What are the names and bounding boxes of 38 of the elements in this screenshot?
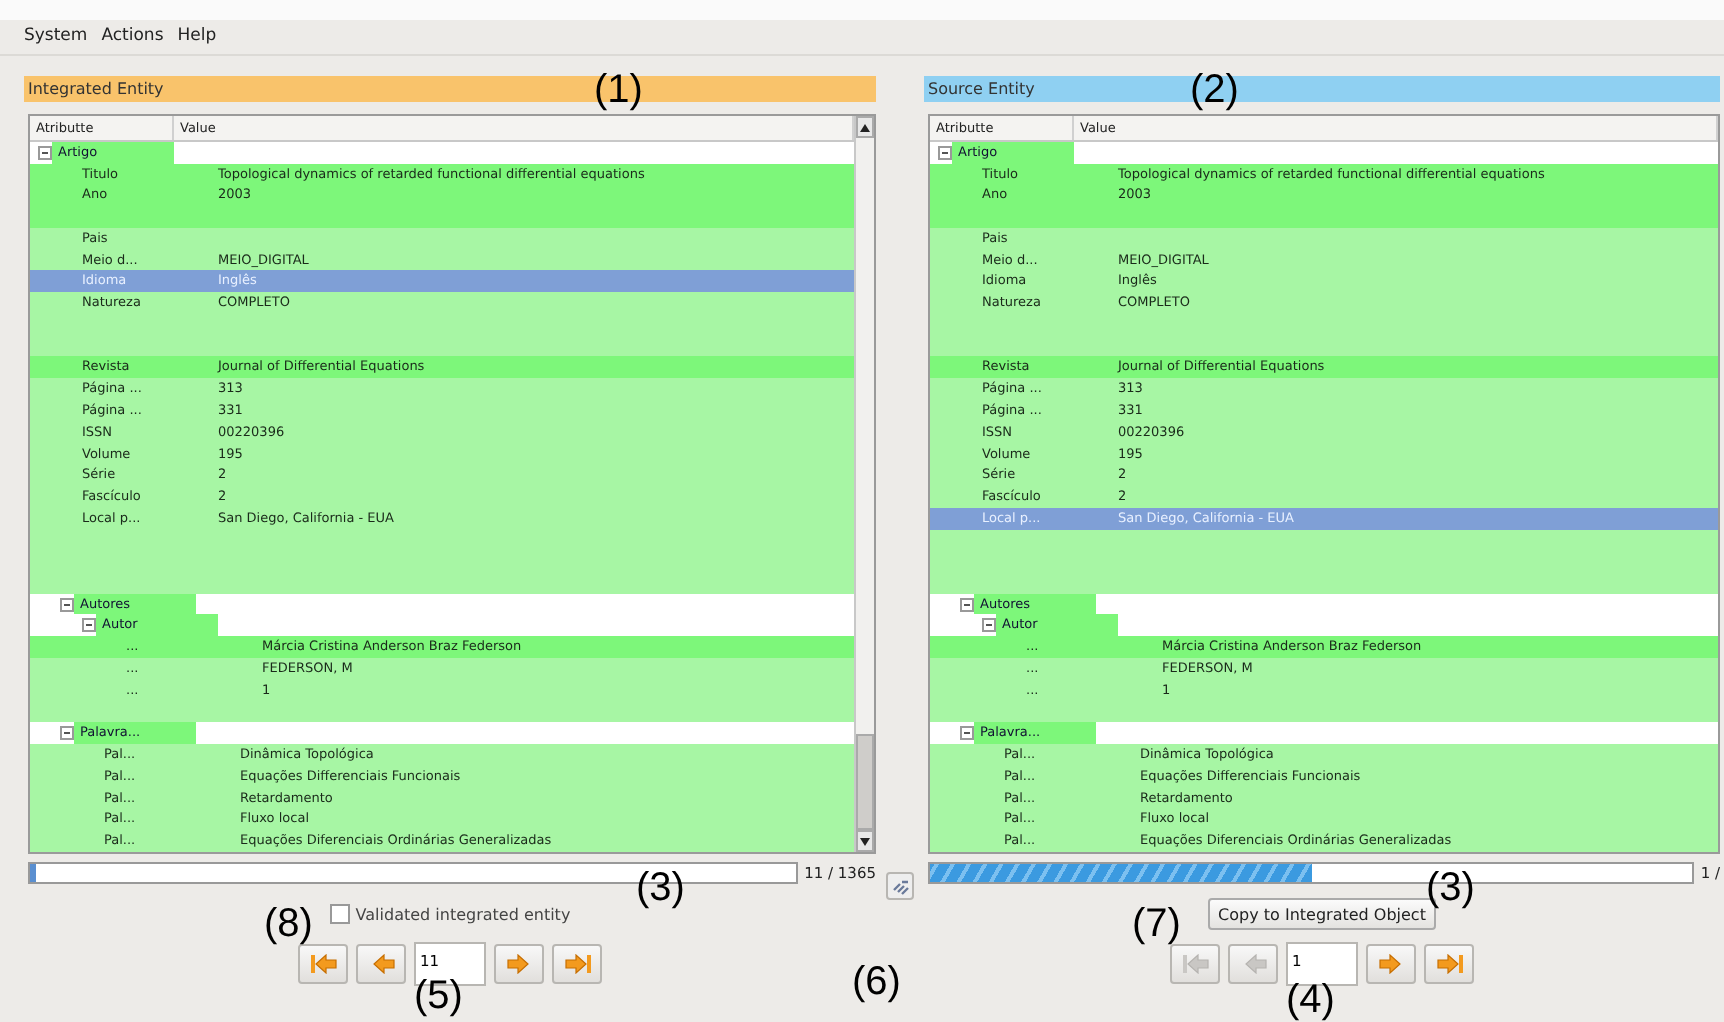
collapse-icon[interactable] bbox=[960, 726, 974, 741]
scrollbar[interactable] bbox=[854, 116, 874, 852]
last-button[interactable] bbox=[552, 944, 602, 984]
callout-number: (7) bbox=[1132, 904, 1181, 944]
last-button[interactable] bbox=[1424, 944, 1474, 984]
callout-number: (2) bbox=[1190, 70, 1239, 110]
callout-number: (3) bbox=[636, 868, 685, 908]
skip-first-icon bbox=[1181, 954, 1209, 974]
scroll-down-icon[interactable] bbox=[860, 837, 870, 845]
checkbox-label: Validated integrated entity bbox=[355, 905, 571, 923]
arrow-right-icon bbox=[505, 954, 533, 974]
callout-number: (6) bbox=[852, 962, 901, 1002]
prev-button[interactable] bbox=[356, 944, 406, 984]
scroll-thumb[interactable] bbox=[856, 734, 874, 830]
collapse-icon[interactable] bbox=[960, 597, 974, 612]
collapse-icon[interactable] bbox=[60, 726, 74, 741]
collapse-icon[interactable] bbox=[38, 145, 52, 160]
checkbox[interactable] bbox=[329, 904, 350, 924]
collapse-icon[interactable] bbox=[82, 618, 96, 633]
menu-item[interactable]: Help bbox=[177, 26, 217, 46]
next-button[interactable] bbox=[494, 944, 544, 984]
first-button[interactable] bbox=[298, 944, 348, 984]
empty-row[interactable] bbox=[930, 529, 1718, 551]
skip-last-icon bbox=[563, 954, 591, 974]
collapse-icon[interactable] bbox=[982, 618, 996, 633]
collapse-icon[interactable] bbox=[60, 597, 74, 612]
menu-item[interactable]: System bbox=[24, 26, 88, 46]
menu-item[interactable]: Actions bbox=[101, 26, 164, 46]
link-button[interactable] bbox=[886, 872, 914, 900]
scroll-up-icon[interactable] bbox=[860, 123, 870, 131]
callout-number: (4) bbox=[1286, 980, 1335, 1020]
callout-number: (8) bbox=[264, 904, 313, 944]
callout-number: (1) bbox=[594, 70, 643, 110]
skip-first-icon bbox=[309, 954, 337, 974]
collapse-icon[interactable] bbox=[938, 145, 952, 160]
next-button[interactable] bbox=[1366, 944, 1416, 984]
arrow-right-icon bbox=[1377, 954, 1405, 974]
skip-last-icon bbox=[1435, 954, 1463, 974]
